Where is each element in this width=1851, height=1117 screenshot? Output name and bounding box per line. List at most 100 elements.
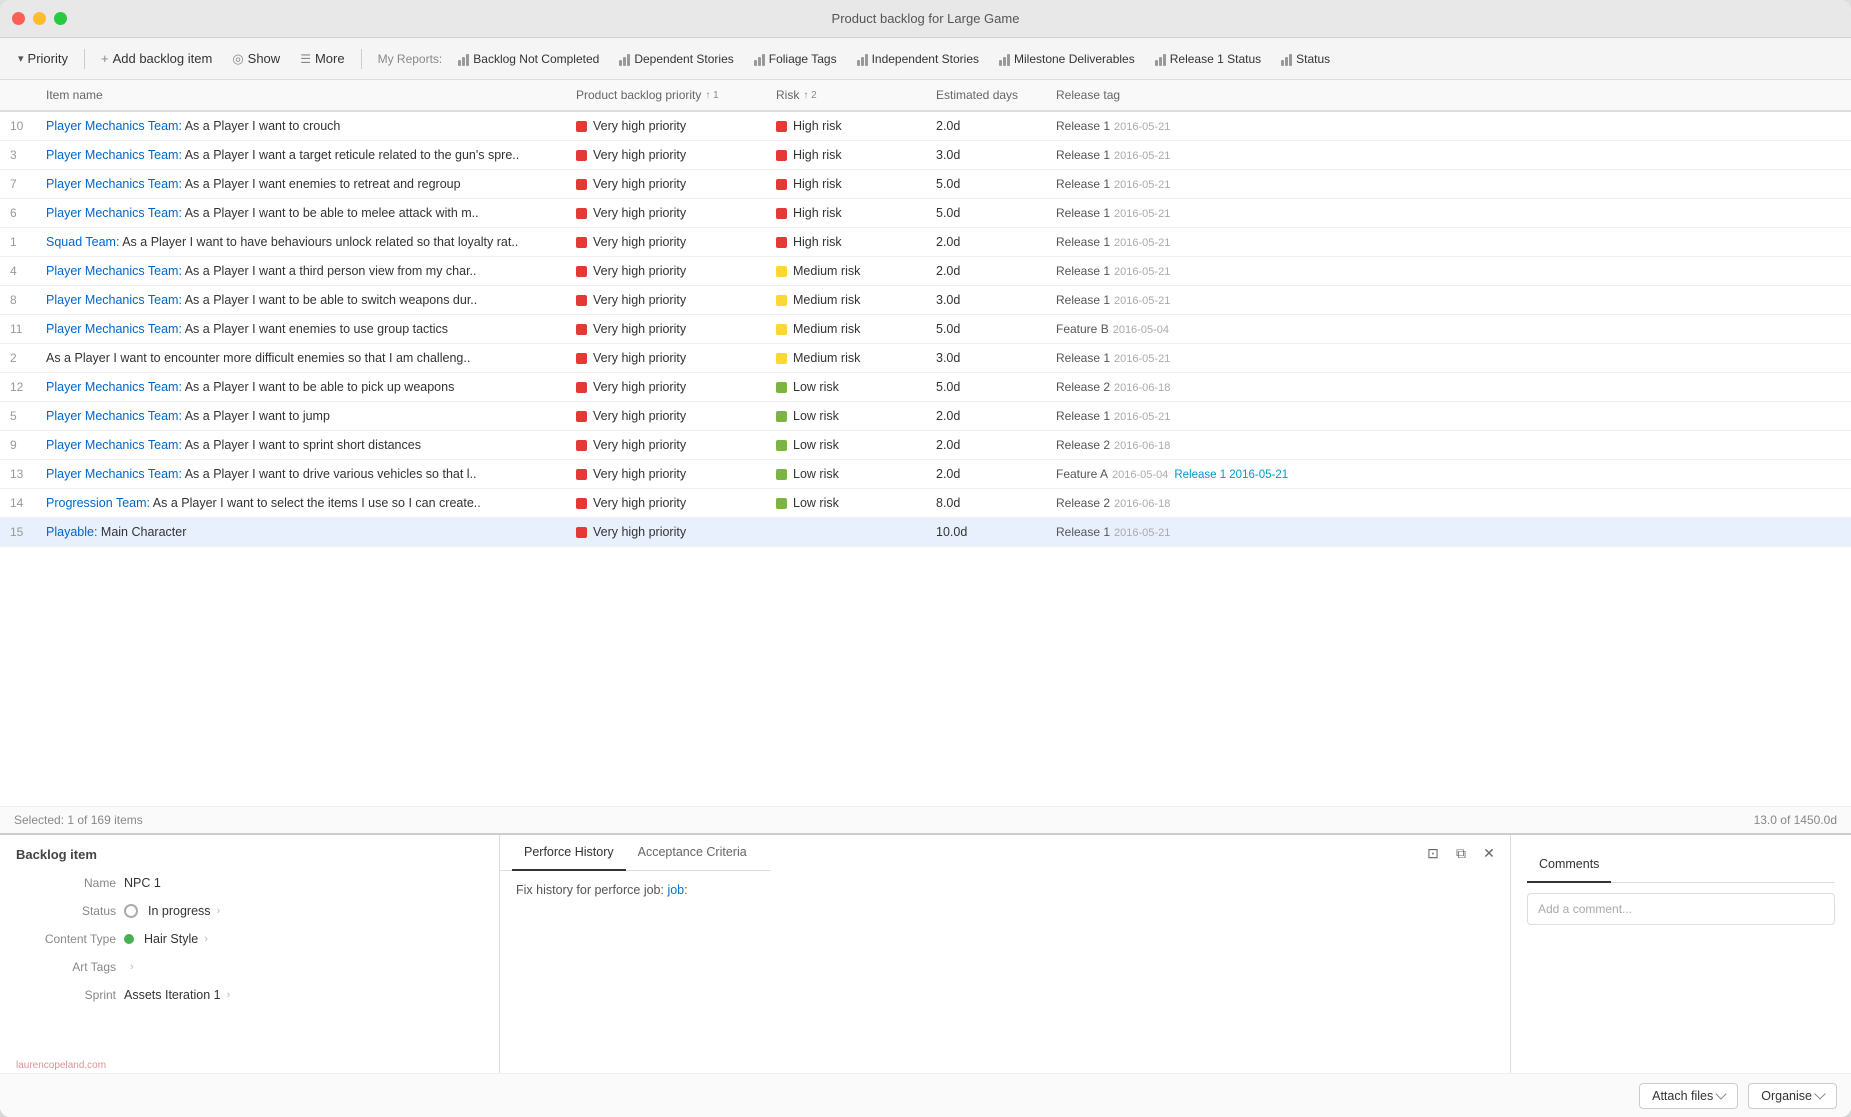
th-risk[interactable]: Risk ↑ 2 [766,80,926,111]
priority-color-dot [576,150,587,161]
risk-color-dot [776,150,787,161]
art-tags-value[interactable]: › [124,961,134,973]
external-link-button[interactable]: ⧉ [1450,842,1472,864]
table-area[interactable]: Item name Product backlog priority ↑ 1 R [0,80,1851,806]
table-row[interactable]: 13Player Mechanics Team: As a Player I w… [0,460,1851,489]
traffic-lights [12,12,67,25]
main-window: Product backlog for Large Game ▾ Priorit… [0,0,1851,1117]
priority-text: Very high priority [593,351,686,365]
add-comment-input[interactable]: Add a comment... [1527,893,1835,925]
release-tag-cell: Release 2 2016-06-18 [1046,373,1851,402]
table-row[interactable]: 8Player Mechanics Team: As a Player I wa… [0,286,1851,315]
table-row[interactable]: 3Player Mechanics Team: As a Player I wa… [0,141,1851,170]
release-date: 2016-05-21 [1114,353,1170,365]
release-date: 2016-06-18 [1114,440,1170,452]
release-tag: Release 1 [1056,351,1110,365]
priority-cell: Very high priority [566,315,766,344]
table-row[interactable]: 1Squad Team: As a Player I want to have … [0,228,1851,257]
extra-release-tag: Release 1 2016-05-21 [1174,469,1288,481]
priority-dropdown[interactable]: ▾ Priority [10,47,76,70]
team-name: Player Mechanics Team: [46,177,182,191]
release-date: 2016-06-18 [1114,382,1170,394]
release-tag-cell: Feature B2016-05-04 [1046,315,1851,344]
art-tags-arrow-icon: › [130,961,134,973]
priority-color-dot [576,469,587,480]
release-tag: Release 1 [1056,206,1110,220]
risk-cell: High risk [766,170,926,199]
table-row[interactable]: 10Player Mechanics Team: As a Player I w… [0,111,1851,141]
add-icon: + [101,51,109,66]
estimated-days-cell: 2.0d [926,111,1046,141]
th-num [0,80,36,111]
release-tag: Release 1 [1056,264,1110,278]
status-footer: Selected: 1 of 169 items 13.0 of 1450.0d [0,806,1851,833]
report-status[interactable]: Status [1273,48,1338,70]
name-label: Name [16,876,116,890]
close-button[interactable] [12,12,25,25]
table-row[interactable]: 5Player Mechanics Team: As a Player I wa… [0,402,1851,431]
show-button[interactable]: ◎ Show [224,47,288,71]
report-backlog-not-completed[interactable]: Backlog Not Completed [450,48,607,70]
team-name: Player Mechanics Team: [46,409,182,423]
table-row[interactable]: 9Player Mechanics Team: As a Player I wa… [0,431,1851,460]
reports-label: My Reports: [378,52,443,66]
th-priority[interactable]: Product backlog priority ↑ 1 [566,80,766,111]
release-date: 2016-05-21 [1114,237,1170,249]
more-button[interactable]: ☰ More [292,47,352,70]
risk-cell: High risk [766,228,926,257]
tab-content-perforce: Fix history for perforce job: job: [500,871,1510,909]
table-row[interactable]: 14Progression Team: As a Player I want t… [0,489,1851,518]
close-panel-button[interactable]: ✕ [1478,842,1500,864]
risk-color-dot [776,498,787,509]
report-milestone-deliverables[interactable]: Milestone Deliverables [991,48,1143,70]
sprint-value[interactable]: Assets Iteration 1 › [124,988,230,1002]
th-item-name[interactable]: Item name [36,80,566,111]
item-name-cell: Player Mechanics Team: As a Player I wan… [36,286,566,315]
perforce-job-link[interactable]: job [667,883,684,897]
status-value[interactable]: In progress › [124,904,220,918]
release-date: 2016-05-21 [1114,266,1170,278]
report-independent-stories[interactable]: Independent Stories [849,48,987,70]
row-number: 15 [0,518,36,547]
table-row[interactable]: 11Player Mechanics Team: As a Player I w… [0,315,1851,344]
report-dependent-stories[interactable]: Dependent Stories [611,48,741,70]
expand-panel-button[interactable]: ⊡ [1422,842,1444,864]
table-row[interactable]: 7Player Mechanics Team: As a Player I wa… [0,170,1851,199]
priority-text: Very high priority [593,467,686,481]
table-row[interactable]: 6Player Mechanics Team: As a Player I wa… [0,199,1851,228]
tab-perforce-history[interactable]: Perforce History [512,835,626,871]
th-release[interactable]: Release tag [1046,80,1851,111]
table-row[interactable]: 4Player Mechanics Team: As a Player I wa… [0,257,1851,286]
art-tags-label: Art Tags [16,960,116,974]
table-row[interactable]: 12Player Mechanics Team: As a Player I w… [0,373,1851,402]
detail-name-row: Name NPC 1 [16,876,483,890]
risk-text: High risk [793,206,842,220]
attach-files-button[interactable]: Attach files [1639,1083,1738,1109]
priority-color-dot [576,208,587,219]
tab-comments[interactable]: Comments [1527,847,1611,883]
risk-cell: Low risk [766,489,926,518]
team-name: Player Mechanics Team: [46,322,182,336]
report-foliage-tags[interactable]: Foliage Tags [746,48,845,70]
release-tag: Release 2 [1056,380,1110,394]
priority-cell: Very high priority [566,402,766,431]
risk-cell: Low risk [766,402,926,431]
detail-right-tabs: Comments [1527,847,1835,883]
tab-acceptance-criteria[interactable]: Acceptance Criteria [626,835,759,871]
content-type-value[interactable]: Hair Style › [124,932,208,946]
row-number: 11 [0,315,36,344]
item-name-cell: Progression Team: As a Player I want to … [36,489,566,518]
team-name: Playable: [46,525,97,539]
organise-button[interactable]: Organise [1748,1083,1837,1109]
maximize-button[interactable] [54,12,67,25]
minimize-button[interactable] [33,12,46,25]
table-row[interactable]: 2As a Player I want to encounter more di… [0,344,1851,373]
selected-count: Selected: 1 of 169 items [14,813,143,827]
th-days[interactable]: Estimated days [926,80,1046,111]
risk-color-dot [776,295,787,306]
item-name-cell: Player Mechanics Team: As a Player I wan… [36,111,566,141]
item-name-cell: Player Mechanics Team: As a Player I wan… [36,170,566,199]
report-release-1-status[interactable]: Release 1 Status [1147,48,1269,70]
table-row[interactable]: 15Playable: Main CharacterVery high prio… [0,518,1851,547]
add-backlog-button[interactable]: + Add backlog item [93,47,220,70]
